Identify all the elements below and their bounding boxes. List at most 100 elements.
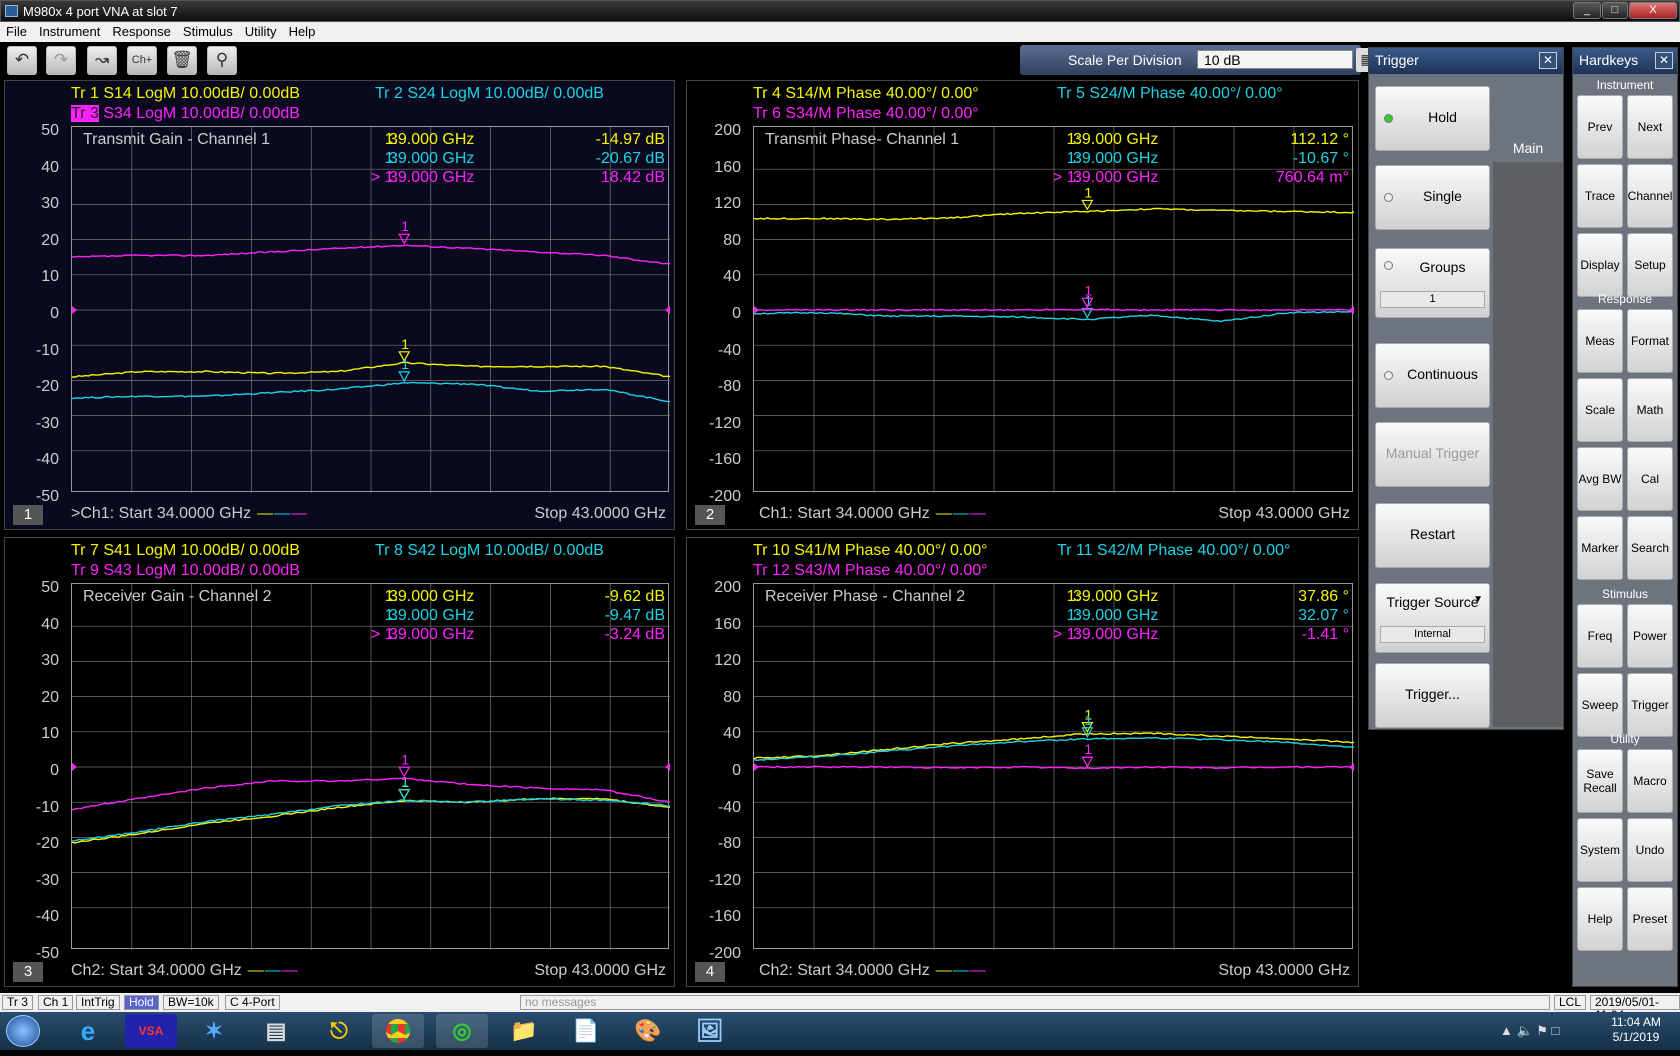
status-hold[interactable]: Hold xyxy=(124,995,159,1010)
vsa-icon[interactable]: VSA xyxy=(125,1014,177,1048)
trigger-manual-trigger-button[interactable]: Manual Trigger xyxy=(1375,422,1490,487)
trace-header[interactable]: Tr 8 S42 LogM 10.00dB/ 0.00dB xyxy=(375,542,604,560)
status-trace[interactable]: Tr 3 xyxy=(2,995,33,1010)
trace-header[interactable]: Tr 7 S41 LogM 10.00dB/ 0.00dB xyxy=(71,542,300,560)
stop-label[interactable]: Stop 43.0000 GHz xyxy=(1218,505,1350,523)
trace-header[interactable]: Tr 2 S24 LogM 10.00dB/ 0.00dB xyxy=(375,85,604,103)
tab-main[interactable]: Main xyxy=(1493,84,1563,164)
undo-icon[interactable]: ↶ xyxy=(7,46,37,75)
stop-label[interactable]: Stop 43.0000 GHz xyxy=(534,505,666,523)
hardkey-scale[interactable]: Scale xyxy=(1577,378,1623,442)
menu-utility[interactable]: Utility xyxy=(239,22,283,39)
menu-file[interactable]: File xyxy=(0,22,33,39)
add-channel-icon[interactable]: Ch+ xyxy=(127,46,157,75)
hardkey-cal[interactable]: Cal xyxy=(1627,447,1673,511)
trace-header[interactable]: Tr 9 S43 LogM 10.00dB/ 0.00dB xyxy=(71,562,300,580)
stop-label[interactable]: Stop 43.0000 GHz xyxy=(1218,962,1350,980)
screen-icon[interactable]: 🖼 xyxy=(684,1014,736,1048)
panel-number[interactable]: 1 xyxy=(13,505,43,525)
hardkey-setup[interactable]: Setup xyxy=(1627,233,1673,297)
menu-instrument[interactable]: Instrument xyxy=(33,22,106,39)
trigger-hold-button[interactable]: Hold xyxy=(1375,86,1490,151)
trace-header[interactable]: Tr 10 S41/M Phase 40.00°/ 0.00° xyxy=(753,542,988,560)
trigger-single-button[interactable]: Single xyxy=(1375,165,1490,230)
plot-area[interactable]: 1 1 1 Receiver Gain - Channel 2 1: 39.000 GHz… xyxy=(71,583,670,950)
panel-4[interactable]: Tr 10 S41/M Phase 40.00°/ 0.00° Tr 11 S42… xyxy=(686,537,1359,987)
clock[interactable]: 11:04 AM 5/1/2019 xyxy=(1600,1015,1672,1045)
tray-icons[interactable]: ▲ 🔈 ⚑ □ xyxy=(1500,1023,1559,1039)
hardkey-marker[interactable]: Marker xyxy=(1577,516,1623,580)
delete-icon[interactable]: 🗑 xyxy=(167,46,197,75)
plot-area[interactable]: 1 1 1 Transmit Phase- Channel 1 1: 39.000 GHz… xyxy=(753,126,1354,493)
trigger-trigger-source-button[interactable]: Trigger Source ▼ Internal xyxy=(1375,583,1490,653)
scale-input[interactable]: 10 dB xyxy=(1197,50,1353,69)
add-trace-icon[interactable]: ↝ xyxy=(87,46,117,75)
hardkey-trace[interactable]: Trace xyxy=(1577,164,1623,228)
hardkey-power[interactable]: Power xyxy=(1627,604,1673,668)
hardkey-meas[interactable]: Meas xyxy=(1577,309,1623,373)
network-icon[interactable]: ◎ xyxy=(436,1014,488,1048)
hardkey-system[interactable]: System xyxy=(1577,818,1623,882)
minimize-button[interactable]: _ xyxy=(1573,2,1601,19)
hardkey-macro[interactable]: Macro xyxy=(1627,749,1673,813)
trace-header[interactable]: Tr 1 S14 LogM 10.00dB/ 0.00dB xyxy=(71,85,300,103)
panel-1[interactable]: Tr 1 S14 LogM 10.00dB/ 0.00dB Tr 2 S24 Lo… xyxy=(4,80,675,530)
hardkey-undo[interactable]: Undo xyxy=(1627,818,1673,882)
status-trigger[interactable]: IntTrig xyxy=(76,995,120,1010)
menu-response[interactable]: Response xyxy=(106,22,177,39)
trigger-trigger-button[interactable]: Trigger... xyxy=(1375,663,1490,728)
ie-icon[interactable]: e xyxy=(62,1014,114,1048)
hardkey-prev[interactable]: Prev xyxy=(1577,95,1623,159)
start-label[interactable]: Ch2: Start 34.0000 GHz ——— xyxy=(71,962,299,980)
panel-2[interactable]: Tr 4 S14/M Phase 40.00°/ 0.00° Tr 5 S24/M… xyxy=(686,80,1359,530)
menu-help[interactable]: Help xyxy=(283,22,322,39)
hardkey-trigger[interactable]: Trigger xyxy=(1627,673,1673,737)
hardkey-save-recall[interactable]: Save Recall xyxy=(1577,749,1623,813)
panel-number[interactable]: 3 xyxy=(13,962,43,982)
chrome-icon[interactable] xyxy=(372,1014,424,1048)
docs-icon[interactable]: 📄 xyxy=(560,1014,612,1048)
hardkey-freq[interactable]: Freq xyxy=(1577,604,1623,668)
start-label[interactable]: Ch2: Start 34.0000 GHz ——— xyxy=(759,962,987,980)
plot-area[interactable]: 1 1 1 Transmit Gain - Channel 1 1: 39.000 GHz… xyxy=(71,126,670,493)
keysight-icon[interactable]: ✶ xyxy=(188,1014,240,1048)
trace-header[interactable]: Tr 4 S14/M Phase 40.00°/ 0.00° xyxy=(753,85,979,103)
hardkey-preset[interactable]: Preset xyxy=(1627,887,1673,951)
status-channel[interactable]: Ch 1 xyxy=(38,995,74,1010)
trace-header[interactable]: Tr 5 S24/M Phase 40.00°/ 0.00° xyxy=(1057,85,1283,103)
stop-label[interactable]: Stop 43.0000 GHz xyxy=(534,962,666,980)
start-button[interactable] xyxy=(6,1015,40,1047)
hardkey-help[interactable]: Help xyxy=(1577,887,1623,951)
trigger-groups-button[interactable]: Groups 1 xyxy=(1375,248,1490,318)
hardkey-channel[interactable]: Channel xyxy=(1627,164,1673,228)
trace-header[interactable]: Tr 6 S34/M Phase 40.00°/ 0.00° xyxy=(753,105,979,123)
close-button[interactable]: X xyxy=(1629,2,1677,19)
zoom-icon[interactable]: ⚲ xyxy=(207,46,237,75)
panel-3[interactable]: Tr 7 S41 LogM 10.00dB/ 0.00dB Tr 8 S42 Lo… xyxy=(4,537,675,987)
status-bandwidth[interactable]: BW=10k xyxy=(163,995,219,1010)
trace-header[interactable]: Tr 11 S42/M Phase 40.00°/ 0.00° xyxy=(1057,542,1290,560)
status-port[interactable]: C 4-Port xyxy=(225,995,280,1010)
trace-header[interactable]: Tr 3 S34 LogM 10.00dB/ 0.00dB xyxy=(71,105,300,123)
trigger-restart-button[interactable]: Restart xyxy=(1375,503,1490,568)
hardkey-search[interactable]: Search xyxy=(1627,516,1673,580)
plot-area[interactable]: 1 1 1 Receiver Phase - Channel 2 1: 39.000 GH… xyxy=(753,583,1354,950)
panel-number[interactable]: 4 xyxy=(695,962,725,982)
redo-icon[interactable]: ↷ xyxy=(46,46,76,75)
hardkey-display[interactable]: Display xyxy=(1577,233,1623,297)
start-label[interactable]: >Ch1: Start 34.0000 GHz ——— xyxy=(71,505,308,523)
hardkey-math[interactable]: Math xyxy=(1627,378,1673,442)
start-label[interactable]: Ch1: Start 34.0000 GHz ——— xyxy=(759,505,987,523)
folder-icon[interactable]: 📁 xyxy=(498,1014,550,1048)
hardkey-format[interactable]: Format xyxy=(1627,309,1673,373)
trace-header[interactable]: Tr 12 S43/M Phase 40.00°/ 0.00° xyxy=(753,562,988,580)
close-hardkeys-icon[interactable]: ✕ xyxy=(1655,52,1673,69)
maximize-button[interactable]: □ xyxy=(1602,2,1628,19)
trigger-continuous-button[interactable]: Continuous xyxy=(1375,343,1490,408)
hardkey-sweep[interactable]: Sweep xyxy=(1577,673,1623,737)
hardkey-next[interactable]: Next xyxy=(1627,95,1673,159)
hardkey-avg-bw[interactable]: Avg BW xyxy=(1577,447,1623,511)
close-trigger-icon[interactable]: ✕ xyxy=(1539,52,1557,69)
file-icon[interactable]: ▤ xyxy=(250,1014,302,1048)
menu-stimulus[interactable]: Stimulus xyxy=(177,22,239,39)
